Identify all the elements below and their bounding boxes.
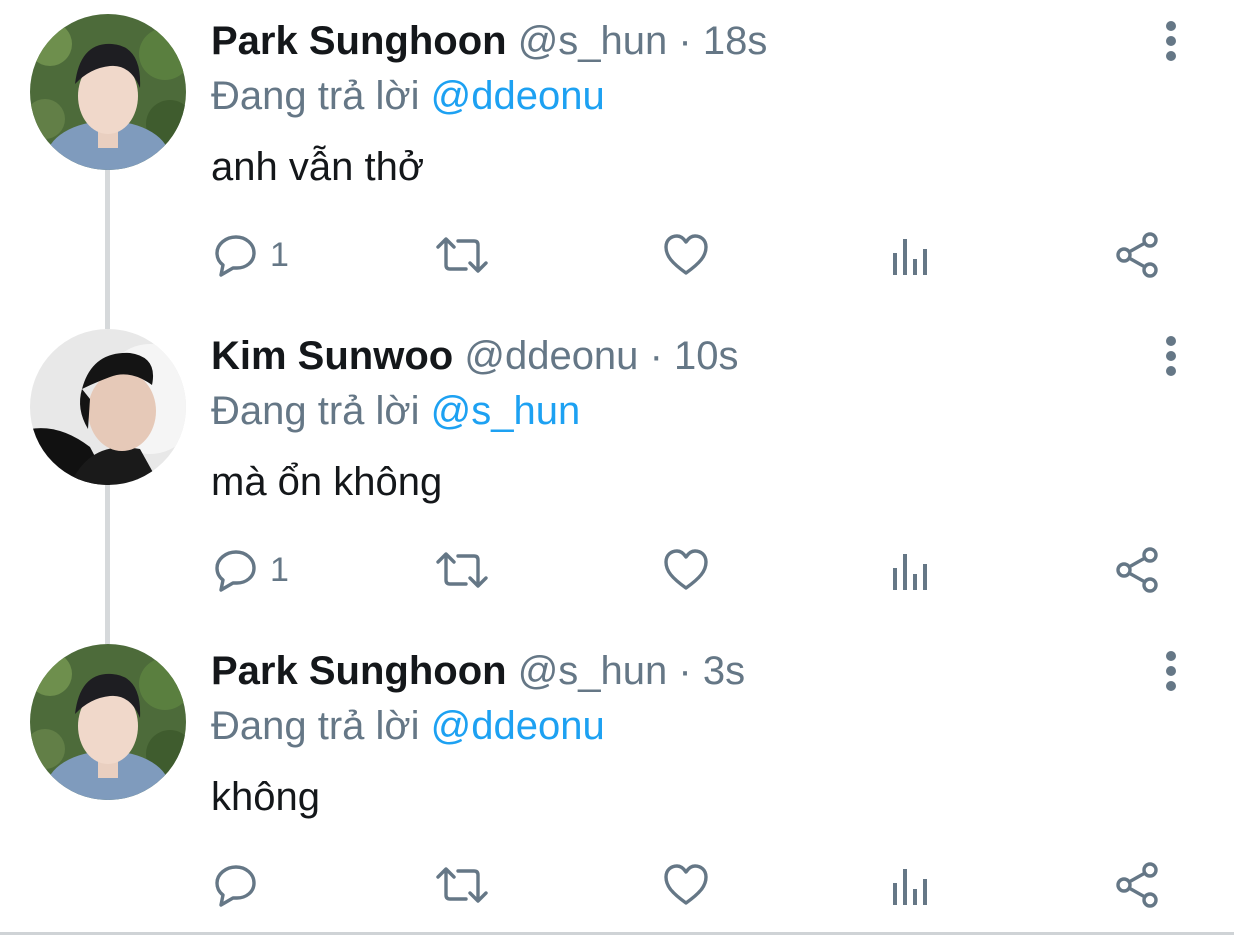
avatar[interactable]	[30, 14, 186, 170]
analytics-button[interactable]	[888, 543, 934, 597]
tweet-1[interactable]: Park Sunghoon @s_hun · 18s Đang trả lời …	[0, 0, 1234, 315]
share-icon	[1116, 547, 1158, 593]
more-vertical-icon	[1166, 336, 1176, 376]
tweet-header: Park Sunghoon @s_hun · 3s	[211, 647, 745, 695]
reply-icon	[215, 865, 256, 907]
retweet-button[interactable]	[434, 858, 490, 912]
share-button[interactable]	[1112, 228, 1162, 282]
share-button[interactable]	[1112, 543, 1162, 597]
separator: ·	[649, 334, 663, 378]
reply-button[interactable]	[212, 858, 270, 912]
replying-to-label: Đang trả lời	[211, 389, 420, 433]
tweet-text: không	[211, 775, 320, 819]
tweet-2[interactable]: Kim Sunwoo @ddeonu · 10s Đang trả lời @s…	[0, 315, 1234, 630]
separator: ·	[678, 19, 692, 63]
timestamp[interactable]: 18s	[703, 19, 768, 63]
reply-button[interactable]: 1	[212, 228, 289, 282]
thread-connector	[105, 630, 110, 644]
reply-icon	[215, 235, 256, 277]
separator: ·	[678, 649, 692, 693]
tweet-actions: 1	[0, 543, 1234, 597]
tweet-actions: 1	[0, 228, 1234, 282]
share-icon	[1116, 862, 1158, 908]
more-vertical-icon	[1166, 651, 1176, 691]
retweet-button[interactable]	[434, 228, 490, 282]
author-name[interactable]: Kim Sunwoo	[211, 334, 453, 378]
analytics-icon	[893, 554, 927, 590]
tweet-actions	[0, 858, 1234, 912]
tweet-header: Park Sunghoon @s_hun · 18s	[211, 17, 767, 65]
retweet-button[interactable]	[434, 543, 490, 597]
avatar[interactable]	[30, 644, 186, 800]
analytics-icon	[893, 869, 927, 905]
thread-connector	[105, 315, 110, 329]
tweet-text: anh vẫn thở	[211, 145, 425, 189]
replying-to-label: Đang trả lời	[211, 74, 420, 118]
more-options-button[interactable]	[1150, 648, 1192, 694]
tweet-header: Kim Sunwoo @ddeonu · 10s	[211, 332, 739, 380]
reply-count: 1	[270, 551, 289, 589]
heart-icon	[664, 234, 708, 275]
analytics-icon	[893, 239, 927, 275]
replying-to: Đang trả lời @s_hun	[211, 387, 580, 435]
author-handle[interactable]: @ddeonu	[464, 334, 638, 378]
tweet-3[interactable]: Park Sunghoon @s_hun · 3s Đang trả lời @…	[0, 630, 1234, 930]
retweet-icon	[436, 552, 488, 588]
more-vertical-icon	[1166, 21, 1176, 61]
replying-to-mention[interactable]: @s_hun	[431, 389, 581, 433]
timestamp[interactable]: 3s	[703, 649, 745, 693]
author-name[interactable]: Park Sunghoon	[211, 649, 507, 693]
reply-icon	[215, 550, 256, 592]
author-handle[interactable]: @s_hun	[518, 649, 668, 693]
analytics-button[interactable]	[888, 228, 934, 282]
like-button[interactable]	[662, 858, 710, 912]
avatar[interactable]	[30, 329, 186, 485]
replying-to-mention[interactable]: @ddeonu	[431, 74, 605, 118]
share-icon	[1116, 232, 1158, 278]
heart-icon	[664, 864, 708, 905]
reply-count: 1	[270, 236, 289, 274]
share-button[interactable]	[1112, 858, 1162, 912]
author-name[interactable]: Park Sunghoon	[211, 19, 507, 63]
more-options-button[interactable]	[1150, 18, 1192, 64]
replying-to-label: Đang trả lời	[211, 704, 420, 748]
replying-to: Đang trả lời @ddeonu	[211, 702, 605, 750]
replying-to-mention[interactable]: @ddeonu	[431, 704, 605, 748]
like-button[interactable]	[662, 543, 710, 597]
author-handle[interactable]: @s_hun	[518, 19, 668, 63]
tweet-text: mà ổn không	[211, 460, 443, 504]
analytics-button[interactable]	[888, 858, 934, 912]
more-options-button[interactable]	[1150, 333, 1192, 379]
reply-button[interactable]: 1	[212, 543, 289, 597]
like-button[interactable]	[662, 228, 710, 282]
retweet-icon	[436, 867, 488, 903]
replying-to: Đang trả lời @ddeonu	[211, 72, 605, 120]
timestamp[interactable]: 10s	[674, 334, 739, 378]
retweet-icon	[436, 237, 488, 273]
heart-icon	[664, 549, 708, 590]
